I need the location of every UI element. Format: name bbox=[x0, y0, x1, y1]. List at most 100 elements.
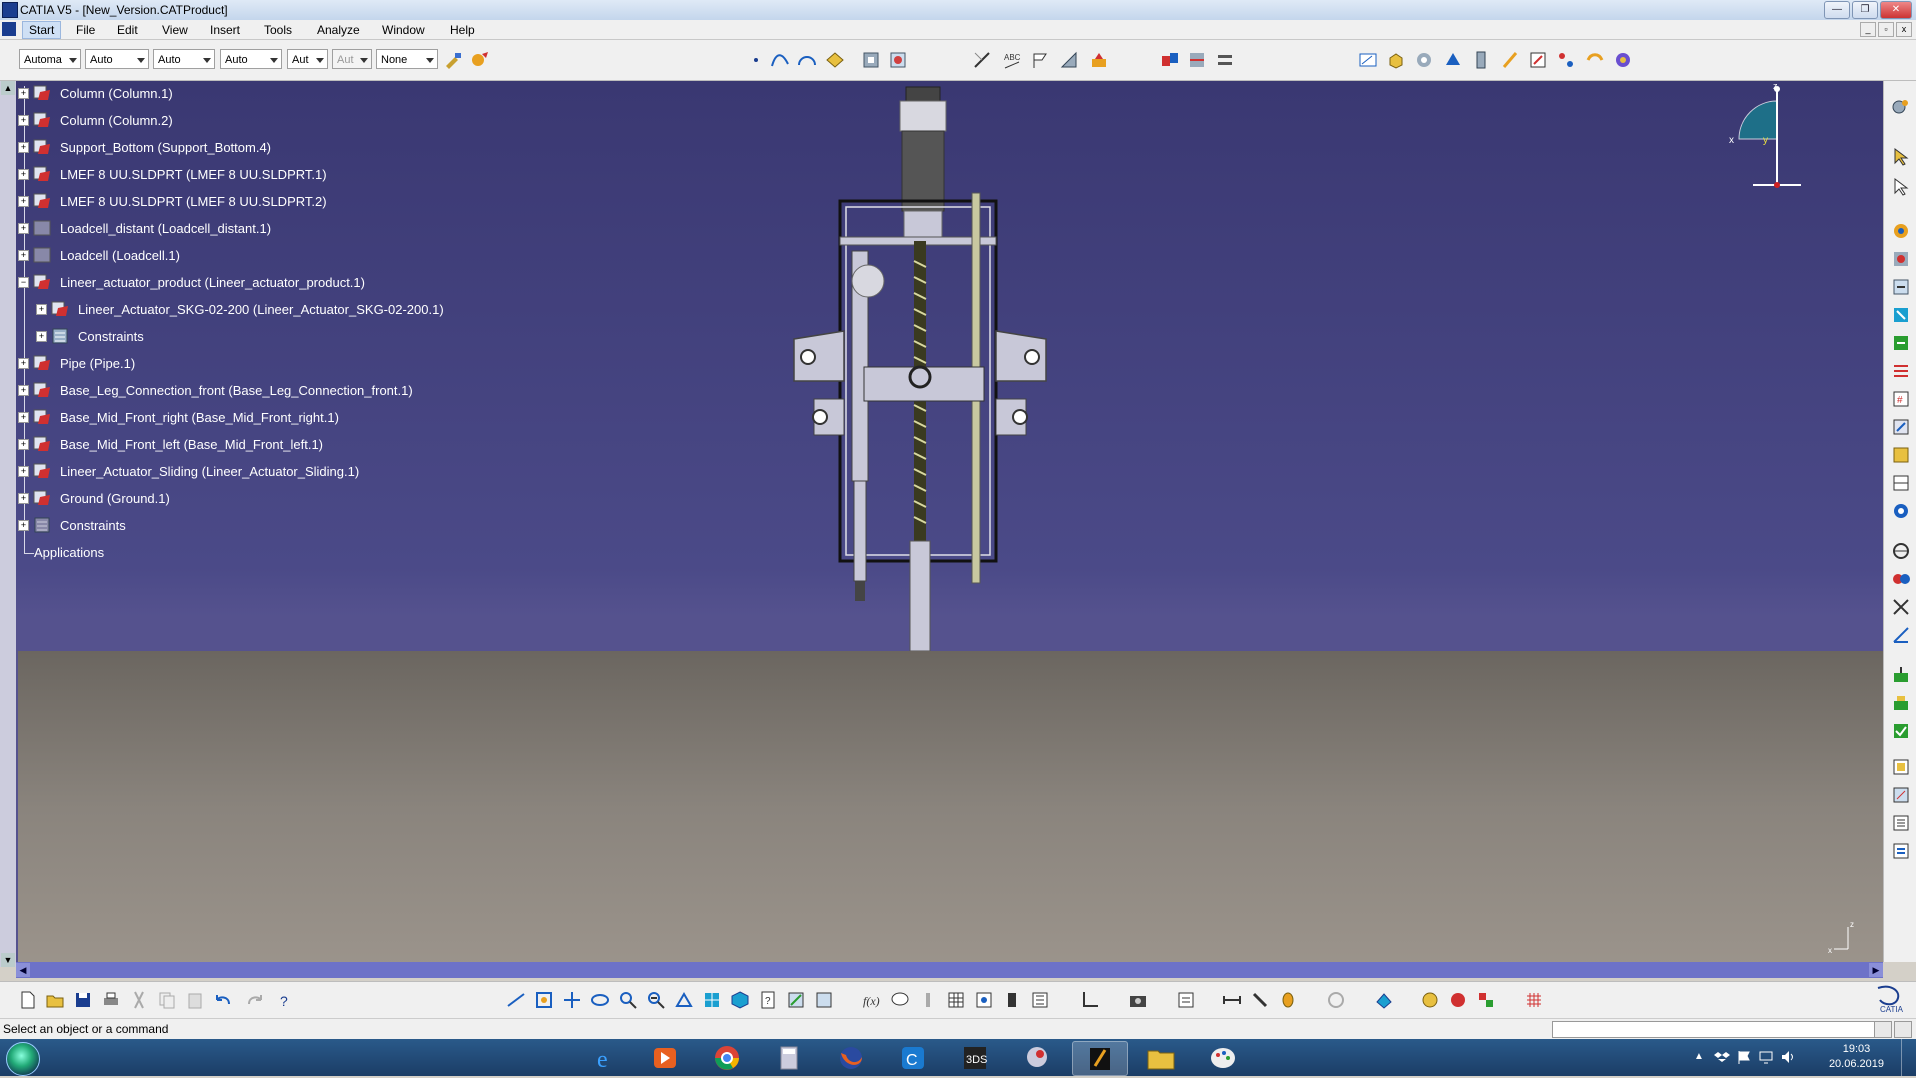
angle-constraint-icon[interactable] bbox=[1891, 625, 1911, 645]
parameter-icon[interactable] bbox=[1030, 990, 1050, 1010]
constraint-icon[interactable] bbox=[1160, 50, 1180, 70]
redo-icon[interactable] bbox=[245, 990, 265, 1010]
color-combo[interactable]: Auto bbox=[85, 49, 149, 69]
show-desktop-button[interactable] bbox=[1901, 1039, 1916, 1076]
new-document-icon[interactable] bbox=[18, 990, 38, 1010]
render-icon[interactable] bbox=[1420, 990, 1440, 1010]
expand-button[interactable]: + bbox=[36, 304, 47, 315]
expand-button[interactable]: + bbox=[18, 196, 29, 207]
new-part-icon[interactable] bbox=[1891, 305, 1911, 325]
command-input[interactable] bbox=[1552, 1021, 1876, 1038]
expand-button[interactable]: + bbox=[18, 412, 29, 423]
measure-item-icon[interactable] bbox=[1250, 990, 1270, 1010]
grid-icon[interactable] bbox=[1524, 990, 1544, 1010]
chamfer-icon[interactable] bbox=[1528, 50, 1548, 70]
linetype-combo[interactable]: Aut bbox=[287, 49, 328, 69]
product-icon[interactable] bbox=[888, 50, 908, 70]
doc-close-button[interactable]: x bbox=[1896, 22, 1912, 37]
table-icon[interactable] bbox=[946, 990, 966, 1010]
collapse-button[interactable]: − bbox=[18, 277, 29, 288]
menu-help[interactable]: Help bbox=[450, 23, 475, 37]
transparency-combo[interactable]: Auto bbox=[153, 49, 215, 69]
new-product-icon[interactable] bbox=[1891, 277, 1911, 297]
layer-combo[interactable]: None bbox=[376, 49, 438, 69]
change-constraint-icon[interactable] bbox=[1891, 785, 1911, 805]
fast-multi-instantiation-icon[interactable] bbox=[1891, 501, 1911, 521]
rib-icon[interactable] bbox=[1500, 50, 1520, 70]
replace-component-icon[interactable] bbox=[1891, 333, 1911, 353]
copy-icon[interactable] bbox=[157, 990, 177, 1010]
menu-view[interactable]: View bbox=[162, 23, 188, 37]
point-symbol-combo[interactable]: Aut bbox=[332, 49, 372, 69]
expand-button[interactable]: + bbox=[36, 331, 47, 342]
taskbar-catia-icon[interactable] bbox=[1072, 1041, 1128, 1076]
dropbox-icon[interactable] bbox=[1714, 1049, 1730, 1065]
line-type-combo[interactable]: Automa bbox=[19, 49, 81, 69]
taskbar-internet-explorer-icon[interactable]: e bbox=[580, 1041, 634, 1074]
pocket-icon[interactable] bbox=[1414, 50, 1434, 70]
fly-mode-icon[interactable] bbox=[506, 990, 526, 1010]
windows-start-button[interactable] bbox=[6, 1042, 40, 1076]
mirror-icon[interactable] bbox=[1585, 50, 1605, 70]
scroll-right-arrow-icon[interactable]: ▶ bbox=[1869, 963, 1883, 977]
clash-icon[interactable] bbox=[1176, 990, 1196, 1010]
offset-constraint-icon[interactable] bbox=[1891, 597, 1911, 617]
line-weight-combo[interactable]: Auto bbox=[220, 49, 282, 69]
expand-button[interactable]: + bbox=[18, 115, 29, 126]
inertia-icon[interactable] bbox=[1278, 990, 1298, 1010]
menu-window[interactable]: Window bbox=[382, 23, 425, 37]
cut-icon[interactable] bbox=[129, 990, 149, 1010]
material-icon[interactable] bbox=[1374, 990, 1394, 1010]
gears-icon[interactable] bbox=[1891, 97, 1911, 117]
offset-icon[interactable] bbox=[1215, 50, 1235, 70]
show-hidden-icons-icon[interactable]: ▲ bbox=[1694, 1051, 1704, 1062]
capture-icon[interactable] bbox=[1128, 990, 1148, 1010]
point-icon[interactable] bbox=[746, 50, 766, 70]
expand-button[interactable]: + bbox=[18, 493, 29, 504]
paste-icon[interactable] bbox=[185, 990, 205, 1010]
expand-button[interactable]: + bbox=[18, 142, 29, 153]
update-icon[interactable] bbox=[1891, 841, 1911, 861]
catia-app-icon[interactable] bbox=[2, 2, 18, 18]
menu-tools[interactable]: Tools bbox=[264, 23, 292, 37]
multi-instantiation-icon[interactable] bbox=[1891, 473, 1911, 493]
minimize-button[interactable]: — bbox=[1824, 1, 1850, 19]
search-icon[interactable] bbox=[1894, 1021, 1912, 1038]
document-icon[interactable] bbox=[2, 22, 16, 36]
reuse-pattern-icon[interactable] bbox=[1891, 813, 1911, 833]
iso-view-icon[interactable] bbox=[730, 990, 750, 1010]
pattern-icon[interactable] bbox=[1556, 50, 1576, 70]
expand-button[interactable]: + bbox=[18, 439, 29, 450]
undo-icon[interactable] bbox=[213, 990, 233, 1010]
comment-icon[interactable] bbox=[890, 990, 910, 1010]
taskbar-media-player-icon[interactable] bbox=[638, 1041, 692, 1074]
taskbar-clock[interactable]: 19:03 20.06.2019 bbox=[1829, 1042, 1884, 1072]
save-icon[interactable] bbox=[73, 990, 93, 1010]
formula-icon[interactable]: f(x) bbox=[862, 990, 882, 1010]
action-center-flag-icon[interactable] bbox=[1736, 1049, 1752, 1065]
shading-icon[interactable]: ? bbox=[758, 990, 778, 1010]
taskbar-file-explorer-icon[interactable] bbox=[1134, 1041, 1188, 1074]
normal-view-icon[interactable] bbox=[674, 990, 694, 1010]
expand-button[interactable]: + bbox=[18, 520, 29, 531]
menu-analyze[interactable]: Analyze bbox=[317, 23, 360, 37]
selective-load-icon[interactable] bbox=[1891, 417, 1911, 437]
select-arrow-icon[interactable] bbox=[1891, 147, 1911, 167]
expand-button[interactable]: + bbox=[18, 169, 29, 180]
flexible-rigid-icon[interactable] bbox=[1891, 757, 1911, 777]
close-button[interactable]: ✕ bbox=[1880, 1, 1912, 19]
fit-all-in-icon[interactable] bbox=[534, 990, 554, 1010]
taskbar-paint-icon[interactable] bbox=[1196, 1041, 1250, 1074]
compass-widget[interactable]: x y z bbox=[1715, 81, 1805, 191]
shaft-icon[interactable] bbox=[1443, 50, 1463, 70]
whats-this-icon[interactable]: ? bbox=[276, 990, 296, 1010]
knowledge-icon[interactable] bbox=[918, 990, 938, 1010]
expand-button[interactable]: + bbox=[18, 466, 29, 477]
command-history-button[interactable] bbox=[1874, 1021, 1892, 1038]
graph-tree-reordering-icon[interactable] bbox=[1891, 361, 1911, 381]
taskbar-app-icon[interactable] bbox=[1010, 1041, 1064, 1074]
update-all-icon[interactable] bbox=[1326, 990, 1346, 1010]
pad-icon[interactable] bbox=[1386, 50, 1406, 70]
existing-component-icon[interactable] bbox=[1891, 221, 1911, 241]
doc-minimize-button[interactable]: _ bbox=[1860, 22, 1876, 37]
